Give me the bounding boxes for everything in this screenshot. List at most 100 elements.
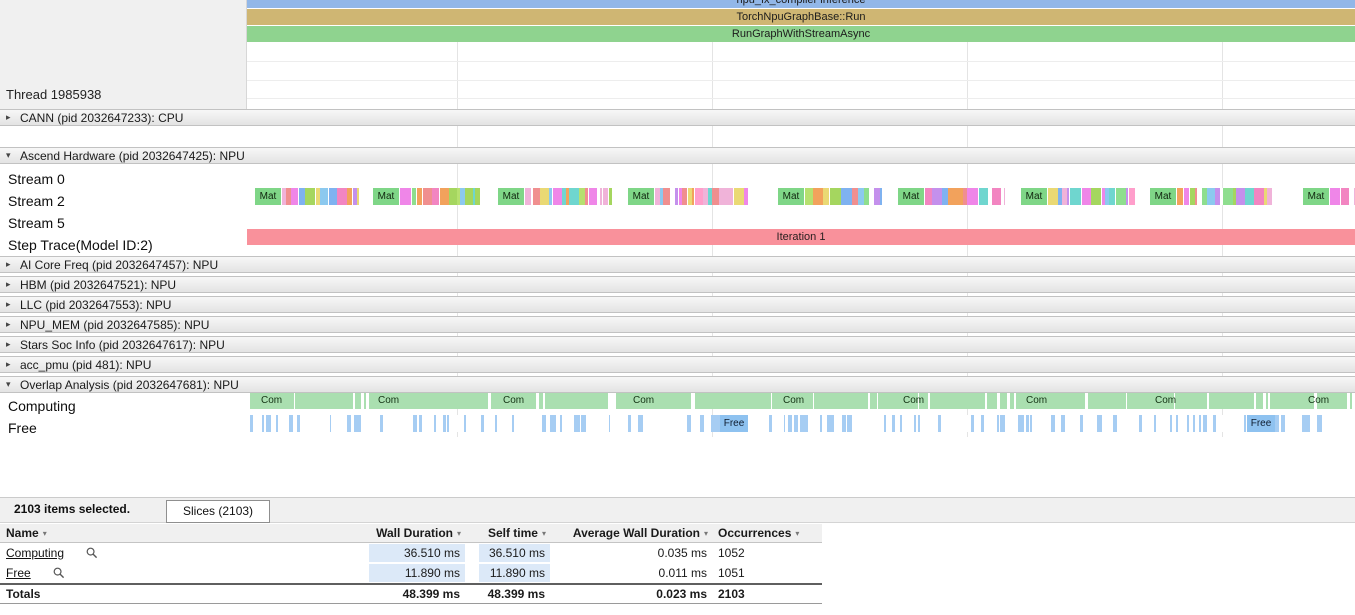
slice-segment[interactable]	[463, 415, 467, 432]
slice-segment[interactable]	[1184, 188, 1189, 205]
slice-segment[interactable]	[337, 188, 347, 205]
gap[interactable]	[360, 393, 364, 409]
slice-segment[interactable]	[447, 415, 450, 432]
column-header-average-wall-duration[interactable]: Average Wall Duration ▾	[550, 526, 712, 540]
slice-segment[interactable]	[540, 188, 549, 205]
section-llc[interactable]: ▸ LLC (pid 2032647553): NPU	[0, 296, 1355, 313]
slice-segment[interactable]	[913, 415, 916, 432]
gap[interactable]	[487, 393, 492, 409]
slice-segment[interactable]	[411, 188, 416, 205]
section-npu-mem[interactable]: ▸ NPU_MEM (pid 2032647585): NPU	[0, 316, 1355, 333]
slice-segment[interactable]	[1067, 188, 1070, 205]
section-hbm[interactable]: ▸ HBM (pid 2032647521): NPU	[0, 276, 1355, 293]
com-label[interactable]: Com	[1155, 393, 1195, 409]
slice-segment[interactable]	[422, 188, 432, 205]
slice-segment[interactable]	[1198, 415, 1202, 432]
slice-segment[interactable]	[588, 188, 597, 205]
expander-icon[interactable]: ▾	[6, 150, 15, 161]
expander-icon[interactable]: ▸	[6, 279, 15, 290]
slice-segment[interactable]	[609, 188, 612, 205]
slice-segment[interactable]	[449, 188, 457, 205]
gap[interactable]	[876, 393, 879, 409]
gap[interactable]	[352, 393, 356, 409]
expander-icon[interactable]: ▸	[6, 112, 15, 123]
slice-segment[interactable]	[1281, 415, 1284, 432]
mat-slice[interactable]: Mat	[778, 188, 804, 205]
gap[interactable]	[1267, 393, 1270, 409]
stream2-track[interactable]: Mat Mat Mat Mat Mat Mat Mat Mat Mat	[247, 188, 1355, 205]
slice-segment[interactable]	[329, 415, 332, 432]
slice-segment[interactable]	[1082, 188, 1091, 205]
slice-segment[interactable]	[433, 415, 436, 432]
slice-segment[interactable]	[972, 415, 974, 432]
slice-segment[interactable]	[639, 415, 643, 432]
slice-segment[interactable]	[1000, 415, 1004, 432]
slice-segment[interactable]	[699, 415, 704, 432]
slice-segment[interactable]	[532, 188, 541, 205]
slice-segment[interactable]	[1195, 188, 1198, 205]
slice-segment[interactable]	[418, 415, 423, 432]
slice-segment[interactable]	[553, 415, 557, 432]
slice-segment[interactable]	[296, 415, 301, 432]
gap[interactable]	[543, 393, 545, 409]
slice-segment[interactable]	[1108, 188, 1116, 205]
column-header-name[interactable]: Name ▾	[0, 526, 355, 540]
mat-slice[interactable]: Mat	[498, 188, 524, 205]
computing-track[interactable]: Com Com Com Com Com Com Com Com Com	[247, 393, 1355, 409]
slice-segment[interactable]	[481, 415, 485, 432]
free-slice[interactable]: Free	[720, 415, 748, 432]
slice-segment[interactable]	[548, 188, 552, 205]
section-overlap-analysis[interactable]: ▾ Overlap Analysis (pid 2032647681): NPU	[0, 376, 1355, 393]
slice-segment[interactable]	[569, 188, 580, 205]
slice-segment[interactable]	[803, 415, 808, 432]
slice-segment[interactable]	[475, 188, 481, 205]
slice-segment[interactable]	[884, 415, 887, 432]
slice-segment[interactable]	[1080, 415, 1083, 432]
slice-segment[interactable]	[1139, 415, 1142, 432]
slice-segment[interactable]	[891, 415, 895, 432]
slice-segment[interactable]	[978, 188, 988, 205]
com-label[interactable]: Com	[378, 393, 418, 409]
slice-segment[interactable]	[674, 188, 679, 205]
slice-segment[interactable]	[805, 188, 813, 205]
slice-segment[interactable]	[937, 415, 942, 432]
slice-segment[interactable]	[250, 415, 252, 432]
slice-segment[interactable]	[1177, 188, 1184, 205]
slice-segment[interactable]	[768, 415, 773, 432]
slice-npu-fx-compiler[interactable]: npu_fx_compiler inference	[247, 0, 1355, 8]
slice-segment[interactable]	[823, 188, 829, 205]
gap[interactable]	[997, 393, 1001, 409]
slice-segment[interactable]	[603, 188, 608, 205]
slice-segment[interactable]	[525, 188, 532, 205]
slice-segment[interactable]	[1330, 188, 1341, 205]
free-track[interactable]: Free Free	[247, 415, 1355, 432]
slice-segment[interactable]	[966, 188, 978, 205]
slice-segment[interactable]	[691, 188, 695, 205]
gap[interactable]	[1006, 393, 1011, 409]
com-label[interactable]: Com	[1026, 393, 1066, 409]
gap[interactable]	[612, 393, 616, 409]
slice-segment[interactable]	[842, 415, 845, 432]
slice-segment[interactable]	[560, 415, 562, 432]
gap[interactable]	[365, 393, 369, 409]
gap[interactable]	[1263, 393, 1267, 409]
slice-segment[interactable]	[1244, 415, 1246, 432]
slice-segment[interactable]	[550, 415, 553, 432]
slice-segment[interactable]	[627, 415, 631, 432]
slice-segment[interactable]	[1187, 415, 1190, 432]
section-ascend-hardware[interactable]: ▾ Ascend Hardware (pid 2032647425): NPU	[0, 147, 1355, 164]
slice-segment[interactable]	[346, 415, 352, 432]
gap[interactable]	[868, 393, 870, 409]
mat-slice[interactable]: Mat	[898, 188, 924, 205]
gap[interactable]	[1125, 393, 1128, 409]
com-label[interactable]: Com	[261, 393, 301, 409]
slice-segment[interactable]	[931, 188, 942, 205]
mat-slice[interactable]: Mat	[628, 188, 654, 205]
slice-segment[interactable]	[681, 188, 688, 205]
slice-segment[interactable]	[712, 415, 717, 432]
slice-segment[interactable]	[794, 415, 798, 432]
section-acc-pmu[interactable]: ▸ acc_pmu (pid 481): NPU	[0, 356, 1355, 373]
slice-segment[interactable]	[996, 415, 1000, 432]
slice-segment[interactable]	[1192, 415, 1195, 432]
slice-segment[interactable]	[380, 415, 383, 432]
